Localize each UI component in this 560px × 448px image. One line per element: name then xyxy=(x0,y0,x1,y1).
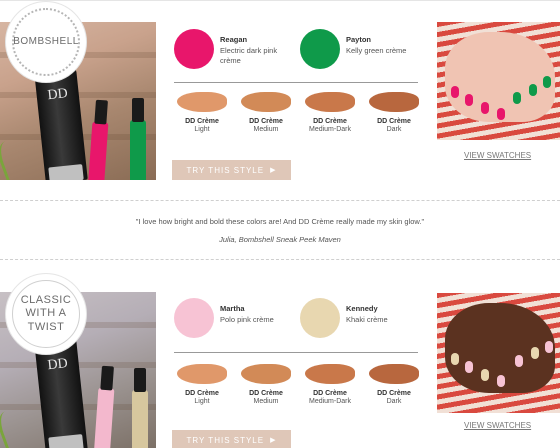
dd-creme-label: DD Crème xyxy=(185,118,219,125)
dd-creme-shade: Medium xyxy=(253,126,279,134)
try-button-label: TRY THIS STYLE xyxy=(186,435,265,445)
nail xyxy=(481,369,489,381)
quote-text: "I love how bright and bold these colors… xyxy=(135,217,425,226)
dd-creme-label: DD Crème xyxy=(185,390,219,397)
nail xyxy=(515,355,523,367)
quote-attribution: Julia, Bombshell Sneak Peek Maven xyxy=(219,235,341,244)
dd-creme-row: DD Crème Light DD Crème Medium DD Crème … xyxy=(172,364,424,412)
nail xyxy=(497,375,505,387)
try-this-style-button[interactable]: TRY THIS STYLE ▶ xyxy=(172,430,291,448)
dd-creme-swatch xyxy=(305,92,355,112)
section-rule xyxy=(174,352,418,353)
nail xyxy=(529,84,537,96)
polish-bottle xyxy=(132,368,148,448)
polish-bottle xyxy=(130,98,146,180)
testimonial: "I love how bright and bold these colors… xyxy=(0,200,560,260)
polish-name: Martha xyxy=(220,304,245,313)
chevron-right-icon: ▶ xyxy=(270,437,277,444)
dd-creme-item: DD Crème Medium-Dark xyxy=(300,364,360,412)
dd-creme-swatch xyxy=(241,92,291,112)
dd-creme-swatch xyxy=(241,364,291,384)
view-swatches-link[interactable]: VIEW SWATCHES xyxy=(464,151,531,160)
nail xyxy=(513,92,521,104)
dd-creme-shade: Light xyxy=(194,126,210,134)
dd-creme-shade: Light xyxy=(194,398,210,406)
dd-creme-item: DD Crème Dark xyxy=(364,92,424,140)
dd-creme-swatch xyxy=(305,364,355,384)
dd-creme-label: DD Crème xyxy=(377,118,411,125)
polish-swatch xyxy=(174,29,214,69)
try-button-label: TRY THIS STYLE xyxy=(186,165,265,175)
nail xyxy=(543,76,551,88)
dd-creme-label: DD Crème xyxy=(313,390,347,397)
hands-photo xyxy=(437,293,560,413)
dd-creme-item: DD Crème Medium xyxy=(236,92,296,140)
polish-swatch xyxy=(300,298,340,338)
dd-creme-swatch xyxy=(177,92,227,112)
dd-creme-shade: Medium-Dark xyxy=(308,398,351,406)
dd-creme-item: DD Crème Light xyxy=(172,92,232,140)
dd-creme-shade: Medium-Dark xyxy=(308,126,351,134)
polish-desc: Khaki crème xyxy=(346,315,388,324)
page: DD BOMBSHELL Reagan Electric dark pink c… xyxy=(0,0,560,448)
dd-creme-swatch xyxy=(369,364,419,384)
polish-desc: Electric dark pink crème xyxy=(220,46,278,65)
view-swatches-link[interactable]: VIEW SWATCHES xyxy=(464,421,531,430)
tube-cap xyxy=(48,164,84,180)
dd-creme-label: DD Crème xyxy=(249,390,283,397)
polish-name: Payton xyxy=(346,35,372,44)
dd-creme-item: DD Crème Medium xyxy=(236,364,296,412)
style-badge: CLASSIC WITH A TWIST xyxy=(6,274,86,354)
nail xyxy=(465,361,473,373)
nail xyxy=(451,86,459,98)
dd-creme-item: DD Crème Medium-Dark xyxy=(300,92,360,140)
nail xyxy=(497,108,505,120)
dd-creme-item: DD Crème Light xyxy=(172,364,232,412)
polish-swatch xyxy=(174,298,214,338)
dd-creme-swatch xyxy=(369,92,419,112)
nail xyxy=(531,347,539,359)
dd-creme-shade: Dark xyxy=(386,126,402,134)
dd-creme-row: DD Crème Light DD Crème Medium DD Crème … xyxy=(172,92,424,140)
polish-swatch xyxy=(300,29,340,69)
polish-name: Kennedy xyxy=(346,304,378,313)
polish-name: Reagan xyxy=(220,35,248,44)
dd-creme-label: DD Crème xyxy=(313,118,347,125)
badge-text: CLASSIC WITH A TWIST xyxy=(20,294,72,333)
polish-desc: Kelly green crème xyxy=(346,46,407,55)
tube-label: DD xyxy=(46,356,69,374)
dd-creme-shade: Dark xyxy=(386,398,402,406)
tube-label: DD xyxy=(46,86,69,104)
polish-desc: Polo pink crème xyxy=(220,315,274,324)
dd-creme-label: DD Crème xyxy=(377,390,411,397)
chevron-right-icon: ▶ xyxy=(270,167,277,174)
nail xyxy=(451,353,459,365)
nail xyxy=(481,102,489,114)
style-section-classic: DD CLASSIC WITH A TWIST Martha Polo pink… xyxy=(0,268,560,448)
dd-creme-swatch xyxy=(177,364,227,384)
tube-cap xyxy=(48,434,84,448)
style-badge: BOMBSHELL xyxy=(6,2,86,82)
dd-creme-item: DD Crème Dark xyxy=(364,364,424,412)
section-rule xyxy=(174,82,418,83)
nail xyxy=(545,341,553,353)
badge-text: BOMBSHELL xyxy=(13,36,79,47)
dd-creme-shade: Medium xyxy=(253,398,279,406)
style-section-bombshell: DD BOMBSHELL Reagan Electric dark pink c… xyxy=(0,0,560,180)
dd-creme-label: DD Crème xyxy=(249,118,283,125)
nail xyxy=(465,94,473,106)
try-this-style-button[interactable]: TRY THIS STYLE ▶ xyxy=(172,160,291,180)
hands-photo xyxy=(437,22,560,140)
